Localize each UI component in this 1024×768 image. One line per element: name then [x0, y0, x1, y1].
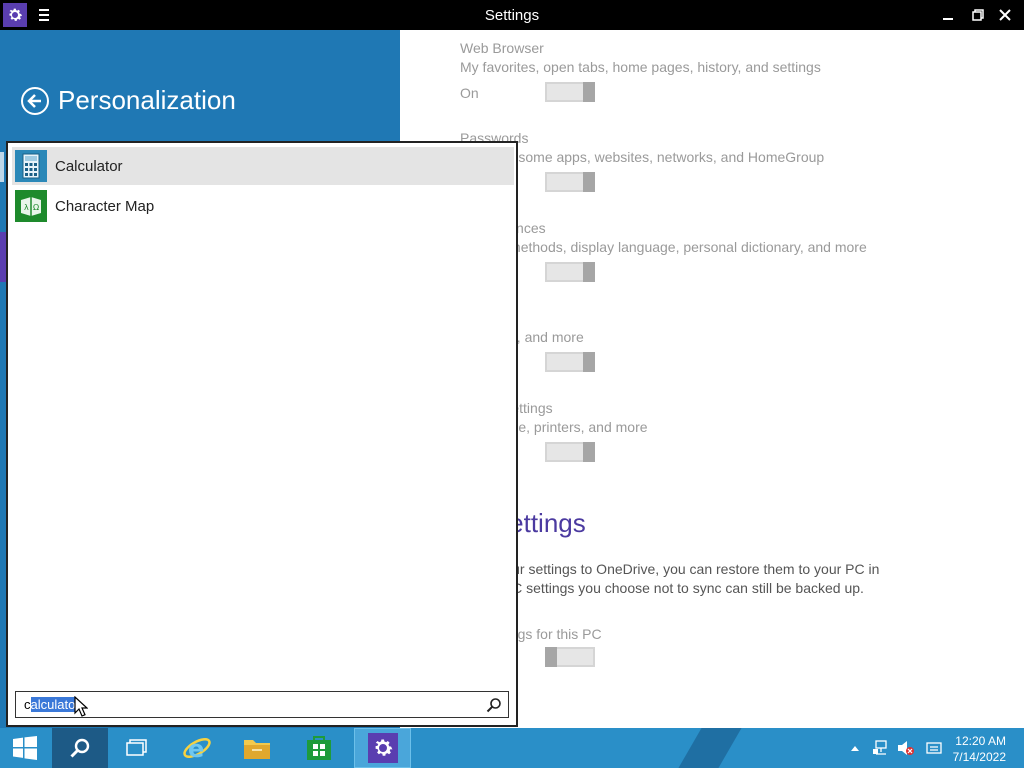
svg-text:Ω: Ω: [33, 203, 39, 212]
query-selection: alculato: [30, 697, 76, 712]
mouse-cursor-icon: [74, 696, 88, 717]
taskbar-search-icon[interactable]: [52, 728, 108, 768]
volume-muted-icon[interactable]: [895, 728, 917, 768]
internet-explorer-icon[interactable]: e: [172, 728, 222, 768]
system-clock[interactable]: 12:20 AM 7/14/2022: [953, 733, 1006, 765]
restore-button[interactable]: [968, 5, 988, 25]
other-windows-toggle[interactable]: [545, 442, 595, 462]
minimize-button[interactable]: [938, 5, 958, 25]
taskbar-decoration: [678, 728, 742, 768]
backup-desc-line2: e. Any PC settings you choose not to syn…: [460, 580, 864, 596]
start-icon[interactable]: [0, 728, 50, 768]
task-view-icon[interactable]: [112, 728, 162, 768]
clock-date: 7/14/2022: [952, 750, 1006, 764]
character-map-icon: λΩ: [15, 190, 47, 222]
window-title: Settings: [484, 7, 540, 24]
setting-name: Web Browser: [460, 40, 544, 56]
backup-desc-line1: ck up your settings to OneDrive, you can…: [460, 561, 880, 577]
setting-desc: My favorites, open tabs, home pages, his…: [460, 59, 821, 75]
page-heading: Personalization: [58, 85, 236, 115]
search-input[interactable]: calculato: [15, 691, 509, 718]
result-label: Character Map: [55, 197, 155, 215]
nav-indicator: [0, 152, 4, 182]
clock-time: 12:20 AM: [955, 734, 1006, 748]
language-toggle[interactable]: [545, 262, 595, 282]
passwords-toggle[interactable]: [545, 172, 595, 192]
backup-toggle[interactable]: [545, 647, 595, 667]
ease-of-access-toggle[interactable]: [545, 352, 595, 372]
query-prefix: c: [24, 697, 31, 712]
setting-name: e preferences: [460, 220, 867, 236]
search-result-character-map[interactable]: λΩ Character Map: [12, 187, 514, 225]
backup-description: ck up your settings to OneDrive, you can…: [460, 560, 960, 598]
setting-web-browser: Web Browser My favorites, open tabs, hom…: [460, 40, 821, 75]
result-label: Calculator: [55, 157, 123, 175]
show-hidden-icons-icon[interactable]: [845, 728, 865, 768]
search-icon[interactable]: [486, 697, 502, 713]
search-query: calculato: [24, 697, 76, 712]
toggle-state-label: On: [460, 85, 479, 101]
network-icon[interactable]: [870, 728, 892, 768]
svg-text:e: e: [188, 735, 204, 763]
store-icon[interactable]: [294, 728, 344, 768]
taskbar: e 12:20 AM 7/14/2022: [0, 728, 1024, 768]
close-button[interactable]: [995, 5, 1015, 25]
search-result-calculator[interactable]: Calculator: [12, 147, 514, 185]
notifications-icon[interactable]: [922, 728, 946, 768]
svg-text:λ: λ: [24, 203, 29, 212]
settings-taskbar-icon[interactable]: [354, 728, 411, 768]
calculator-icon: [15, 150, 47, 182]
back-arrow-icon[interactable]: [20, 86, 50, 116]
file-explorer-icon[interactable]: [232, 728, 282, 768]
search-results-panel: Calculator λΩ Character Map calculato: [6, 141, 518, 727]
setting-desc: s, input methods, display language, pers…: [460, 239, 867, 255]
web-browser-toggle[interactable]: [545, 82, 595, 102]
setting-language-preferences: e preferences s, input methods, display …: [460, 220, 867, 255]
title-bar: Settings: [0, 0, 1024, 30]
